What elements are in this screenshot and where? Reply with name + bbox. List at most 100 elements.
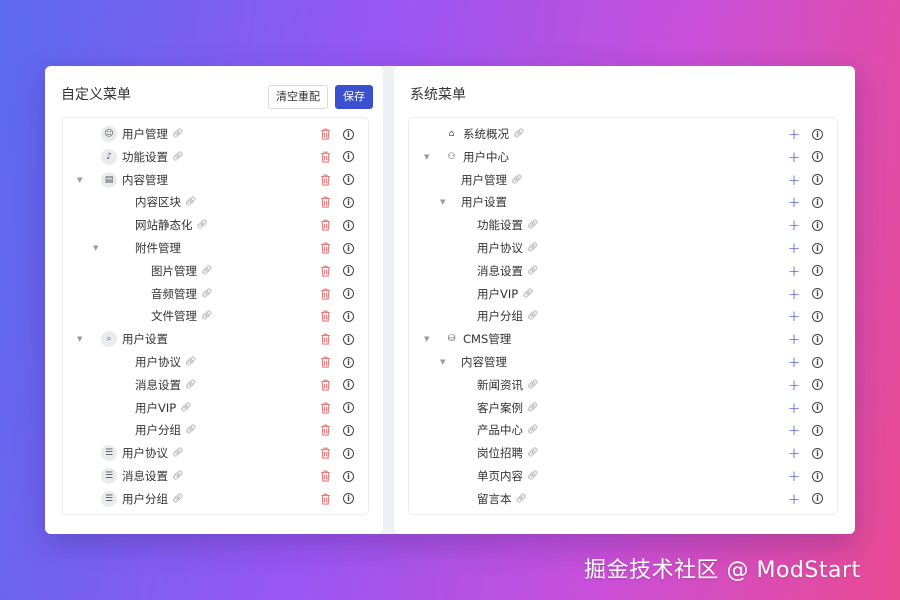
tree-node[interactable]: 用户协议 🔗︎ i	[63, 352, 368, 372]
info-icon[interactable]: i	[812, 470, 823, 482]
tree-node[interactable]: ▼ ▤ 内容管理 i	[63, 170, 368, 190]
info-icon[interactable]: i	[343, 265, 354, 277]
add-icon[interactable]: +	[788, 353, 801, 371]
info-icon[interactable]: i	[812, 402, 823, 414]
tree-node[interactable]: ☰ 用户协议 🔗︎ i	[63, 443, 368, 463]
add-icon[interactable]: +	[788, 376, 801, 394]
tree-node[interactable]: 留言本 🔗︎ + i	[409, 489, 837, 509]
trash-icon[interactable]	[319, 332, 331, 346]
reset-button[interactable]: 清空重配	[268, 85, 328, 109]
add-icon[interactable]: +	[788, 490, 801, 508]
tree-node[interactable]: ☰ 消息设置 🔗︎ i	[63, 466, 368, 486]
tree-node[interactable]: 消息设置 🔗︎ i	[63, 375, 368, 395]
save-button[interactable]: 保存	[335, 85, 373, 109]
add-icon[interactable]: +	[788, 467, 801, 485]
info-icon[interactable]: i	[343, 196, 354, 208]
add-icon[interactable]: +	[788, 148, 801, 166]
info-icon[interactable]: i	[812, 219, 823, 231]
info-icon[interactable]: i	[343, 493, 354, 505]
tree-node[interactable]: 文件管理 🔗︎ i	[63, 306, 368, 326]
caret-down-icon[interactable]: ▼	[77, 176, 85, 184]
tree-node[interactable]: ▼ ⌕ 用户设置 i	[63, 329, 368, 349]
tree-node[interactable]: ☺ 用户管理 🔗︎ i	[63, 124, 368, 144]
info-icon[interactable]: i	[343, 288, 354, 300]
info-icon[interactable]: i	[343, 310, 354, 322]
trash-icon[interactable]	[319, 218, 331, 232]
add-icon[interactable]: +	[788, 330, 801, 348]
tree-node[interactable]: 内容区块 🔗︎ i	[63, 192, 368, 212]
info-icon[interactable]: i	[812, 447, 823, 459]
tree-node[interactable]: 用户管理 🔗︎ + i	[409, 170, 837, 190]
caret-down-icon[interactable]: ▼	[77, 335, 85, 343]
info-icon[interactable]: i	[812, 493, 823, 505]
tree-node[interactable]: 单页内容 🔗︎ + i	[409, 466, 837, 486]
caret-down-icon[interactable]: ▼	[424, 335, 432, 343]
add-icon[interactable]: +	[788, 171, 801, 189]
info-icon[interactable]: i	[343, 356, 354, 368]
tree-node[interactable]: ▼ 内容管理 + i	[409, 352, 837, 372]
trash-icon[interactable]	[319, 173, 331, 187]
tree-node[interactable]: 新闻资讯 🔗︎ + i	[409, 375, 837, 395]
trash-icon[interactable]	[319, 378, 331, 392]
info-icon[interactable]: i	[343, 174, 354, 186]
info-icon[interactable]: i	[343, 379, 354, 391]
tree-node[interactable]: 消息设置 🔗︎ + i	[409, 261, 837, 281]
info-icon[interactable]: i	[343, 424, 354, 436]
caret-down-icon[interactable]: ▼	[440, 358, 448, 366]
add-icon[interactable]: +	[788, 285, 801, 303]
info-icon[interactable]: i	[343, 402, 354, 414]
trash-icon[interactable]	[319, 446, 331, 460]
tree-node[interactable]: ▼ ⚇ 用户中心 + i	[409, 147, 837, 167]
info-icon[interactable]: i	[343, 333, 354, 345]
info-icon[interactable]: i	[812, 174, 823, 186]
tree-node[interactable]: 用户分组 🔗︎ + i	[409, 306, 837, 326]
caret-down-icon[interactable]: ▼	[93, 244, 101, 252]
add-icon[interactable]: +	[788, 262, 801, 280]
tree-node[interactable]: 音频管理 🔗︎ i	[63, 284, 368, 304]
info-icon[interactable]: i	[812, 333, 823, 345]
info-icon[interactable]: i	[812, 379, 823, 391]
info-icon[interactable]: i	[812, 151, 823, 163]
trash-icon[interactable]	[319, 264, 331, 278]
trash-icon[interactable]	[319, 469, 331, 483]
info-icon[interactable]: i	[812, 424, 823, 436]
caret-down-icon[interactable]: ▼	[440, 198, 448, 206]
info-icon[interactable]: i	[812, 356, 823, 368]
tree-node[interactable]: 图片管理 🔗︎ i	[63, 261, 368, 281]
add-icon[interactable]: +	[788, 444, 801, 462]
add-icon[interactable]: +	[788, 125, 801, 143]
tree-node[interactable]: 用户分组 🔗︎ i	[63, 420, 368, 440]
info-icon[interactable]: i	[343, 128, 354, 140]
info-icon[interactable]: i	[812, 288, 823, 300]
trash-icon[interactable]	[319, 287, 331, 301]
tree-node[interactable]: 网站静态化 🔗︎ i	[63, 215, 368, 235]
info-icon[interactable]: i	[812, 310, 823, 322]
info-icon[interactable]: i	[812, 128, 823, 140]
tree-node[interactable]: 客户案例 🔗︎ + i	[409, 398, 837, 418]
tree-node[interactable]: ▼ 附件管理 i	[63, 238, 368, 258]
trash-icon[interactable]	[319, 150, 331, 164]
info-icon[interactable]: i	[343, 151, 354, 163]
tree-node[interactable]: 用户协议 🔗︎ + i	[409, 238, 837, 258]
add-icon[interactable]: +	[788, 399, 801, 417]
tree-node[interactable]: ♪ 功能设置 🔗︎ i	[63, 147, 368, 167]
tree-node[interactable]: ▼ 用户设置 + i	[409, 192, 837, 212]
tree-node[interactable]: ☰ 用户分组 🔗︎ i	[63, 489, 368, 509]
add-icon[interactable]: +	[788, 239, 801, 257]
info-icon[interactable]: i	[812, 196, 823, 208]
tree-node[interactable]: ⌂ 系统概况 🔗︎ + i	[409, 124, 837, 144]
add-icon[interactable]: +	[788, 307, 801, 325]
info-icon[interactable]: i	[343, 242, 354, 254]
trash-icon[interactable]	[319, 241, 331, 255]
trash-icon[interactable]	[319, 355, 331, 369]
info-icon[interactable]: i	[812, 242, 823, 254]
tree-node[interactable]: 用户VIP 🔗︎ + i	[409, 284, 837, 304]
tree-node[interactable]: 岗位招聘 🔗︎ + i	[409, 443, 837, 463]
add-icon[interactable]: +	[788, 193, 801, 211]
tree-node[interactable]: 产品中心 🔗︎ + i	[409, 420, 837, 440]
trash-icon[interactable]	[319, 309, 331, 323]
tree-node[interactable]: ▼ ⛁ CMS管理 + i	[409, 329, 837, 349]
tree-node[interactable]: 功能设置 🔗︎ + i	[409, 215, 837, 235]
info-icon[interactable]: i	[343, 447, 354, 459]
add-icon[interactable]: +	[788, 216, 801, 234]
